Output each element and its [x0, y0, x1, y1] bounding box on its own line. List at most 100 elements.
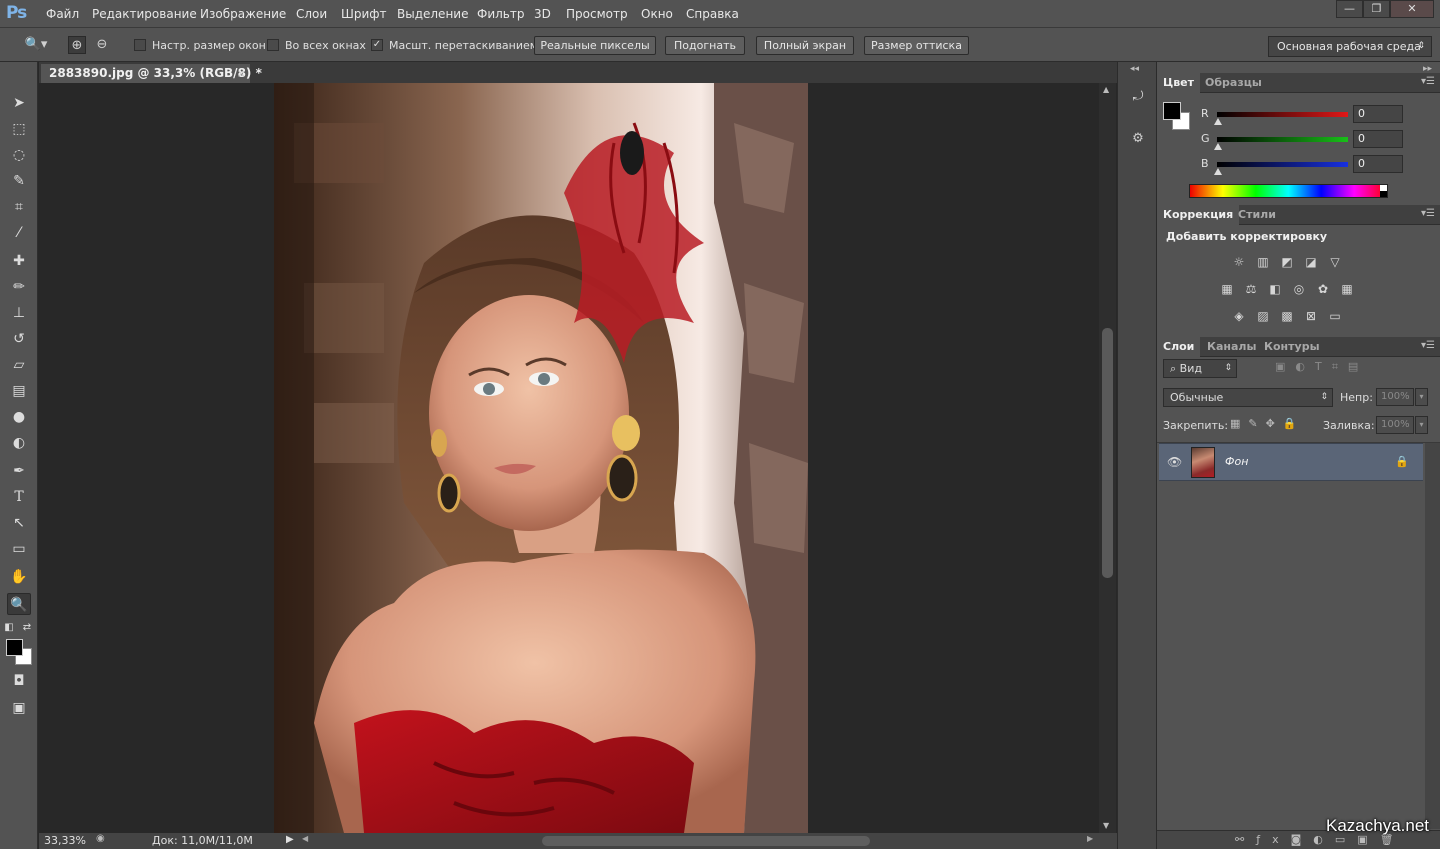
close-window-button[interactable]: ✕ — [1390, 0, 1434, 18]
zoom-level[interactable]: 33,33% — [44, 834, 86, 847]
opacity-field[interactable]: 100% — [1376, 388, 1414, 406]
foreground-color-swatch[interactable] — [6, 639, 23, 656]
document-image[interactable] — [274, 83, 808, 833]
menu-edit[interactable]: Редактирование — [92, 7, 197, 21]
layers-scrollbar[interactable] — [1425, 443, 1440, 829]
lasso-tool-icon[interactable]: ◌ — [7, 144, 31, 166]
menu-view[interactable]: Просмотр — [566, 7, 628, 21]
history-brush-tool-icon[interactable]: ↺ — [7, 328, 31, 350]
workspace-select[interactable]: Основная рабочая среда ⇕ — [1268, 36, 1432, 57]
menu-select[interactable]: Выделение — [397, 7, 468, 21]
panel-menu-icon[interactable]: ▾☰ — [1421, 76, 1435, 87]
slider-r[interactable]: R 0 — [1197, 105, 1440, 127]
status-menu-arrow-icon[interactable]: ▶ — [286, 834, 294, 845]
quick-selection-tool-icon[interactable]: ✎ — [7, 170, 31, 192]
photo-filter-icon[interactable]: ◎ — [1290, 281, 1308, 297]
fill-screen-button[interactable]: Полный экран — [756, 36, 854, 55]
slider-b-value[interactable]: 0 — [1353, 155, 1403, 173]
status-info-icon[interactable]: ◉ — [96, 833, 105, 844]
blend-mode-select[interactable]: Обычные ⇕ — [1163, 388, 1333, 407]
vertical-scrollbar[interactable]: ▲ ▼ — [1099, 83, 1116, 833]
color-balance-icon[interactable]: ⚖ — [1242, 281, 1260, 297]
zoom-out-icon[interactable]: ⊖ — [93, 36, 111, 54]
history-panel-icon[interactable]: ⤾ — [1128, 87, 1148, 107]
scroll-down-icon[interactable]: ▼ — [1103, 821, 1109, 830]
properties-panel-icon[interactable]: ⚙ — [1128, 129, 1148, 149]
slider-r-track[interactable] — [1217, 112, 1348, 117]
layer-lock-icon[interactable]: 🔒 — [1395, 455, 1409, 468]
scroll-right-icon[interactable]: ▶ — [1087, 834, 1093, 843]
invert-icon[interactable]: ◈ — [1230, 308, 1248, 324]
panel-menu-icon[interactable]: ▾☰ — [1421, 208, 1435, 219]
crop-tool-icon[interactable]: ⌗ — [7, 196, 31, 218]
menu-image[interactable]: Изображение — [200, 7, 286, 21]
fill-field[interactable]: 100% — [1376, 416, 1414, 434]
scroll-up-icon[interactable]: ▲ — [1103, 85, 1109, 94]
black-white-icon[interactable]: ◧ — [1266, 281, 1284, 297]
threshold-icon[interactable]: ▩ — [1278, 308, 1296, 324]
selective-color-icon[interactable]: ⊠ — [1302, 308, 1320, 324]
resize-windows-checkbox[interactable] — [134, 39, 146, 51]
slider-r-value[interactable]: 0 — [1353, 105, 1403, 123]
collapse-dock-icon[interactable]: ◂◂ — [1130, 64, 1139, 74]
default-colors-icon[interactable]: ◧ — [2, 617, 16, 639]
quick-mask-icon[interactable]: ◘ — [7, 670, 31, 692]
slider-g[interactable]: G 0 — [1197, 130, 1440, 152]
color-spectrum-ramp[interactable] — [1189, 184, 1388, 198]
fit-screen-button[interactable]: Подогнать — [665, 36, 745, 55]
levels-icon[interactable]: ▥ — [1254, 254, 1272, 270]
layer-row[interactable]: 👁 Фон 🔒 — [1159, 443, 1423, 481]
tab-layers[interactable]: Слои — [1157, 337, 1201, 357]
pen-tool-icon[interactable]: ✒ — [7, 460, 31, 482]
scrubby-zoom-checkbox[interactable]: ✓ — [371, 39, 383, 51]
hue-saturation-icon[interactable]: ▦ — [1218, 281, 1236, 297]
gradient-tool-icon[interactable]: ▤ — [7, 380, 31, 402]
eye-visibility-icon[interactable]: 👁 — [1167, 455, 1182, 469]
color-lookup-icon[interactable]: ▦ — [1338, 281, 1356, 297]
tab-swatches[interactable]: Образцы — [1199, 73, 1268, 93]
slider-g-handle[interactable] — [1214, 143, 1222, 150]
close-tab-icon[interactable]: × — [237, 64, 246, 83]
tab-channels[interactable]: Каналы — [1201, 337, 1262, 357]
type-tool-icon[interactable]: T — [7, 486, 31, 508]
slider-g-value[interactable]: 0 — [1353, 130, 1403, 148]
lock-icons[interactable]: ▦✎✥🔒 — [1230, 417, 1305, 430]
slider-b[interactable]: B 0 — [1197, 155, 1440, 177]
menu-help[interactable]: Справка — [686, 7, 739, 21]
tab-adjustments[interactable]: Коррекция — [1157, 205, 1240, 225]
tab-styles[interactable]: Стили — [1232, 205, 1282, 225]
document-tab[interactable]: 2883890.jpg @ 33,3% (RGB/8) * × — [41, 64, 262, 83]
layer-thumbnail[interactable] — [1191, 447, 1215, 478]
hand-tool-icon[interactable]: ✋ — [7, 566, 31, 588]
menu-file[interactable]: Файл — [46, 7, 79, 21]
tab-color[interactable]: Цвет — [1157, 73, 1201, 93]
color-foreground-swatch[interactable] — [1163, 102, 1181, 120]
menu-3d[interactable]: 3D — [534, 7, 551, 21]
layer-filter-select[interactable]: ⌕ Вид ⇕ — [1163, 359, 1237, 378]
vibrance-icon[interactable]: ▽ — [1326, 254, 1344, 270]
slider-g-track[interactable] — [1217, 137, 1348, 142]
rectangle-tool-icon[interactable]: ▭ — [7, 538, 31, 560]
screen-mode-icon[interactable]: ▣ — [7, 697, 31, 719]
posterize-icon[interactable]: ▨ — [1254, 308, 1272, 324]
dodge-tool-icon[interactable]: ◐ — [7, 432, 31, 454]
move-tool-icon[interactable]: ➤ — [7, 92, 31, 114]
healing-brush-tool-icon[interactable]: ✚ — [7, 250, 31, 272]
brightness-contrast-icon[interactable]: ☼ — [1230, 254, 1248, 270]
opacity-dropdown-icon[interactable]: ▾ — [1415, 388, 1428, 406]
brush-tool-icon[interactable]: ✏ — [7, 276, 31, 298]
slider-r-handle[interactable] — [1214, 118, 1222, 125]
horizontal-scroll-thumb[interactable] — [542, 836, 870, 846]
vertical-scroll-thumb[interactable] — [1102, 328, 1113, 578]
scroll-left-icon[interactable]: ◀ — [302, 834, 308, 843]
clone-stamp-tool-icon[interactable]: ⊥ — [7, 302, 31, 324]
marquee-tool-icon[interactable]: ⬚ — [7, 118, 31, 140]
layer-filter-icons[interactable]: ▣◐T⌗▤ — [1275, 360, 1415, 378]
swap-colors-icon[interactable]: ⇄ — [20, 617, 34, 639]
tab-paths[interactable]: Контуры — [1258, 337, 1326, 357]
restore-button[interactable]: ❐ — [1363, 0, 1390, 18]
zoom-tool-preset-icon[interactable]: 🔍▾ — [22, 36, 50, 54]
canvas-area[interactable] — [39, 83, 1099, 833]
layer-name[interactable]: Фон — [1225, 455, 1248, 468]
menu-layers[interactable]: Слои — [296, 7, 327, 21]
